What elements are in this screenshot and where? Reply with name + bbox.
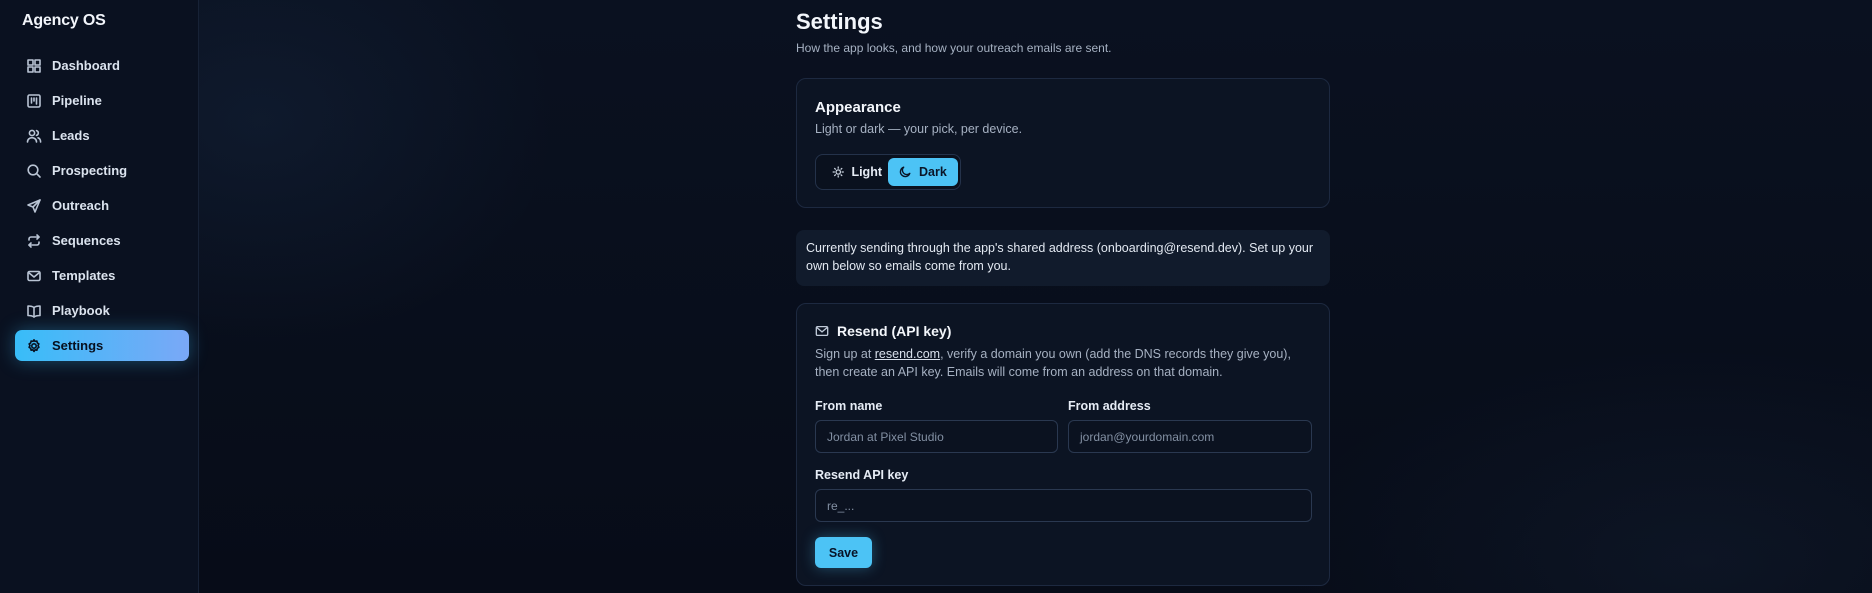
sidebar: Agency OS Dashboard Pipeline Leads Prosp… [0,0,199,593]
sidebar-item-label: Prospecting [52,163,128,178]
theme-dark-button[interactable]: Dark [888,158,958,186]
sidebar-item-label: Settings [52,338,104,353]
resend-card: Resend (API key) Sign up at resend.com, … [796,303,1330,586]
appearance-card: Appearance Light or dark — your pick, pe… [796,78,1330,208]
app-name: Agency OS [22,12,106,29]
sidebar-item-label: Dashboard [52,58,120,73]
sidebar-item-outreach[interactable]: Outreach [15,190,189,221]
sending-notice: Currently sending through the app's shar… [796,230,1330,286]
moon-icon [899,166,911,178]
sidebar-item-leads[interactable]: Leads [15,120,189,151]
theme-dark-label: Dark [919,165,947,179]
sidebar-item-label: Pipeline [52,93,102,108]
sidebar-item-label: Sequences [52,233,121,248]
api-key-label: Resend API key [815,468,909,482]
appearance-title: Appearance [815,99,901,116]
resend-title: Resend (API key) [837,323,952,339]
sidebar-item-label: Leads [52,128,90,143]
api-key-input[interactable]: re_... [815,489,1312,522]
book-icon [26,303,42,319]
resend-link[interactable]: resend.com [875,347,940,361]
appearance-description: Light or dark — your pick, per device. [815,122,1023,136]
sidebar-item-pipeline[interactable]: Pipeline [15,85,189,116]
page-title: Settings [796,9,883,34]
gear-icon [26,338,42,354]
from-address-input[interactable]: jordan@yourdomain.com [1068,420,1312,453]
resend-header: Resend (API key) [815,323,951,339]
pipeline-icon [26,93,42,109]
sun-icon [832,166,844,178]
theme-light-button[interactable]: Light [822,158,882,186]
sidebar-item-settings[interactable]: Settings [15,330,189,361]
sidebar-item-sequences[interactable]: Sequences [15,225,189,256]
sidebar-item-label: Playbook [52,303,110,318]
dashboard-icon [26,58,42,74]
theme-light-label: Light [851,165,882,179]
mail-icon [26,268,42,284]
resend-desc-text: Sign up at [815,347,875,361]
from-address-label: From address [1068,399,1151,413]
users-icon [26,128,42,144]
sidebar-nav: Dashboard Pipeline Leads Prospecting Out… [15,50,189,365]
theme-toggle: Light Dark [815,154,961,190]
sidebar-item-label: Outreach [52,198,110,213]
mail-icon [815,325,829,337]
from-name-input[interactable]: Jordan at Pixel Studio [815,420,1058,453]
sidebar-item-playbook[interactable]: Playbook [15,295,189,326]
sidebar-item-dashboard[interactable]: Dashboard [15,50,189,81]
sidebar-item-label: Templates [52,268,116,283]
resend-description: Sign up at resend.com, verify a domain y… [815,345,1315,381]
repeat-icon [26,233,42,249]
sidebar-item-prospecting[interactable]: Prospecting [15,155,189,186]
save-button[interactable]: Save [815,537,872,568]
from-name-label: From name [815,399,883,413]
sidebar-item-templates[interactable]: Templates [15,260,189,291]
send-icon [26,198,42,214]
page-subtitle: How the app looks, and how your outreach… [796,41,1112,55]
search-icon [26,163,42,179]
